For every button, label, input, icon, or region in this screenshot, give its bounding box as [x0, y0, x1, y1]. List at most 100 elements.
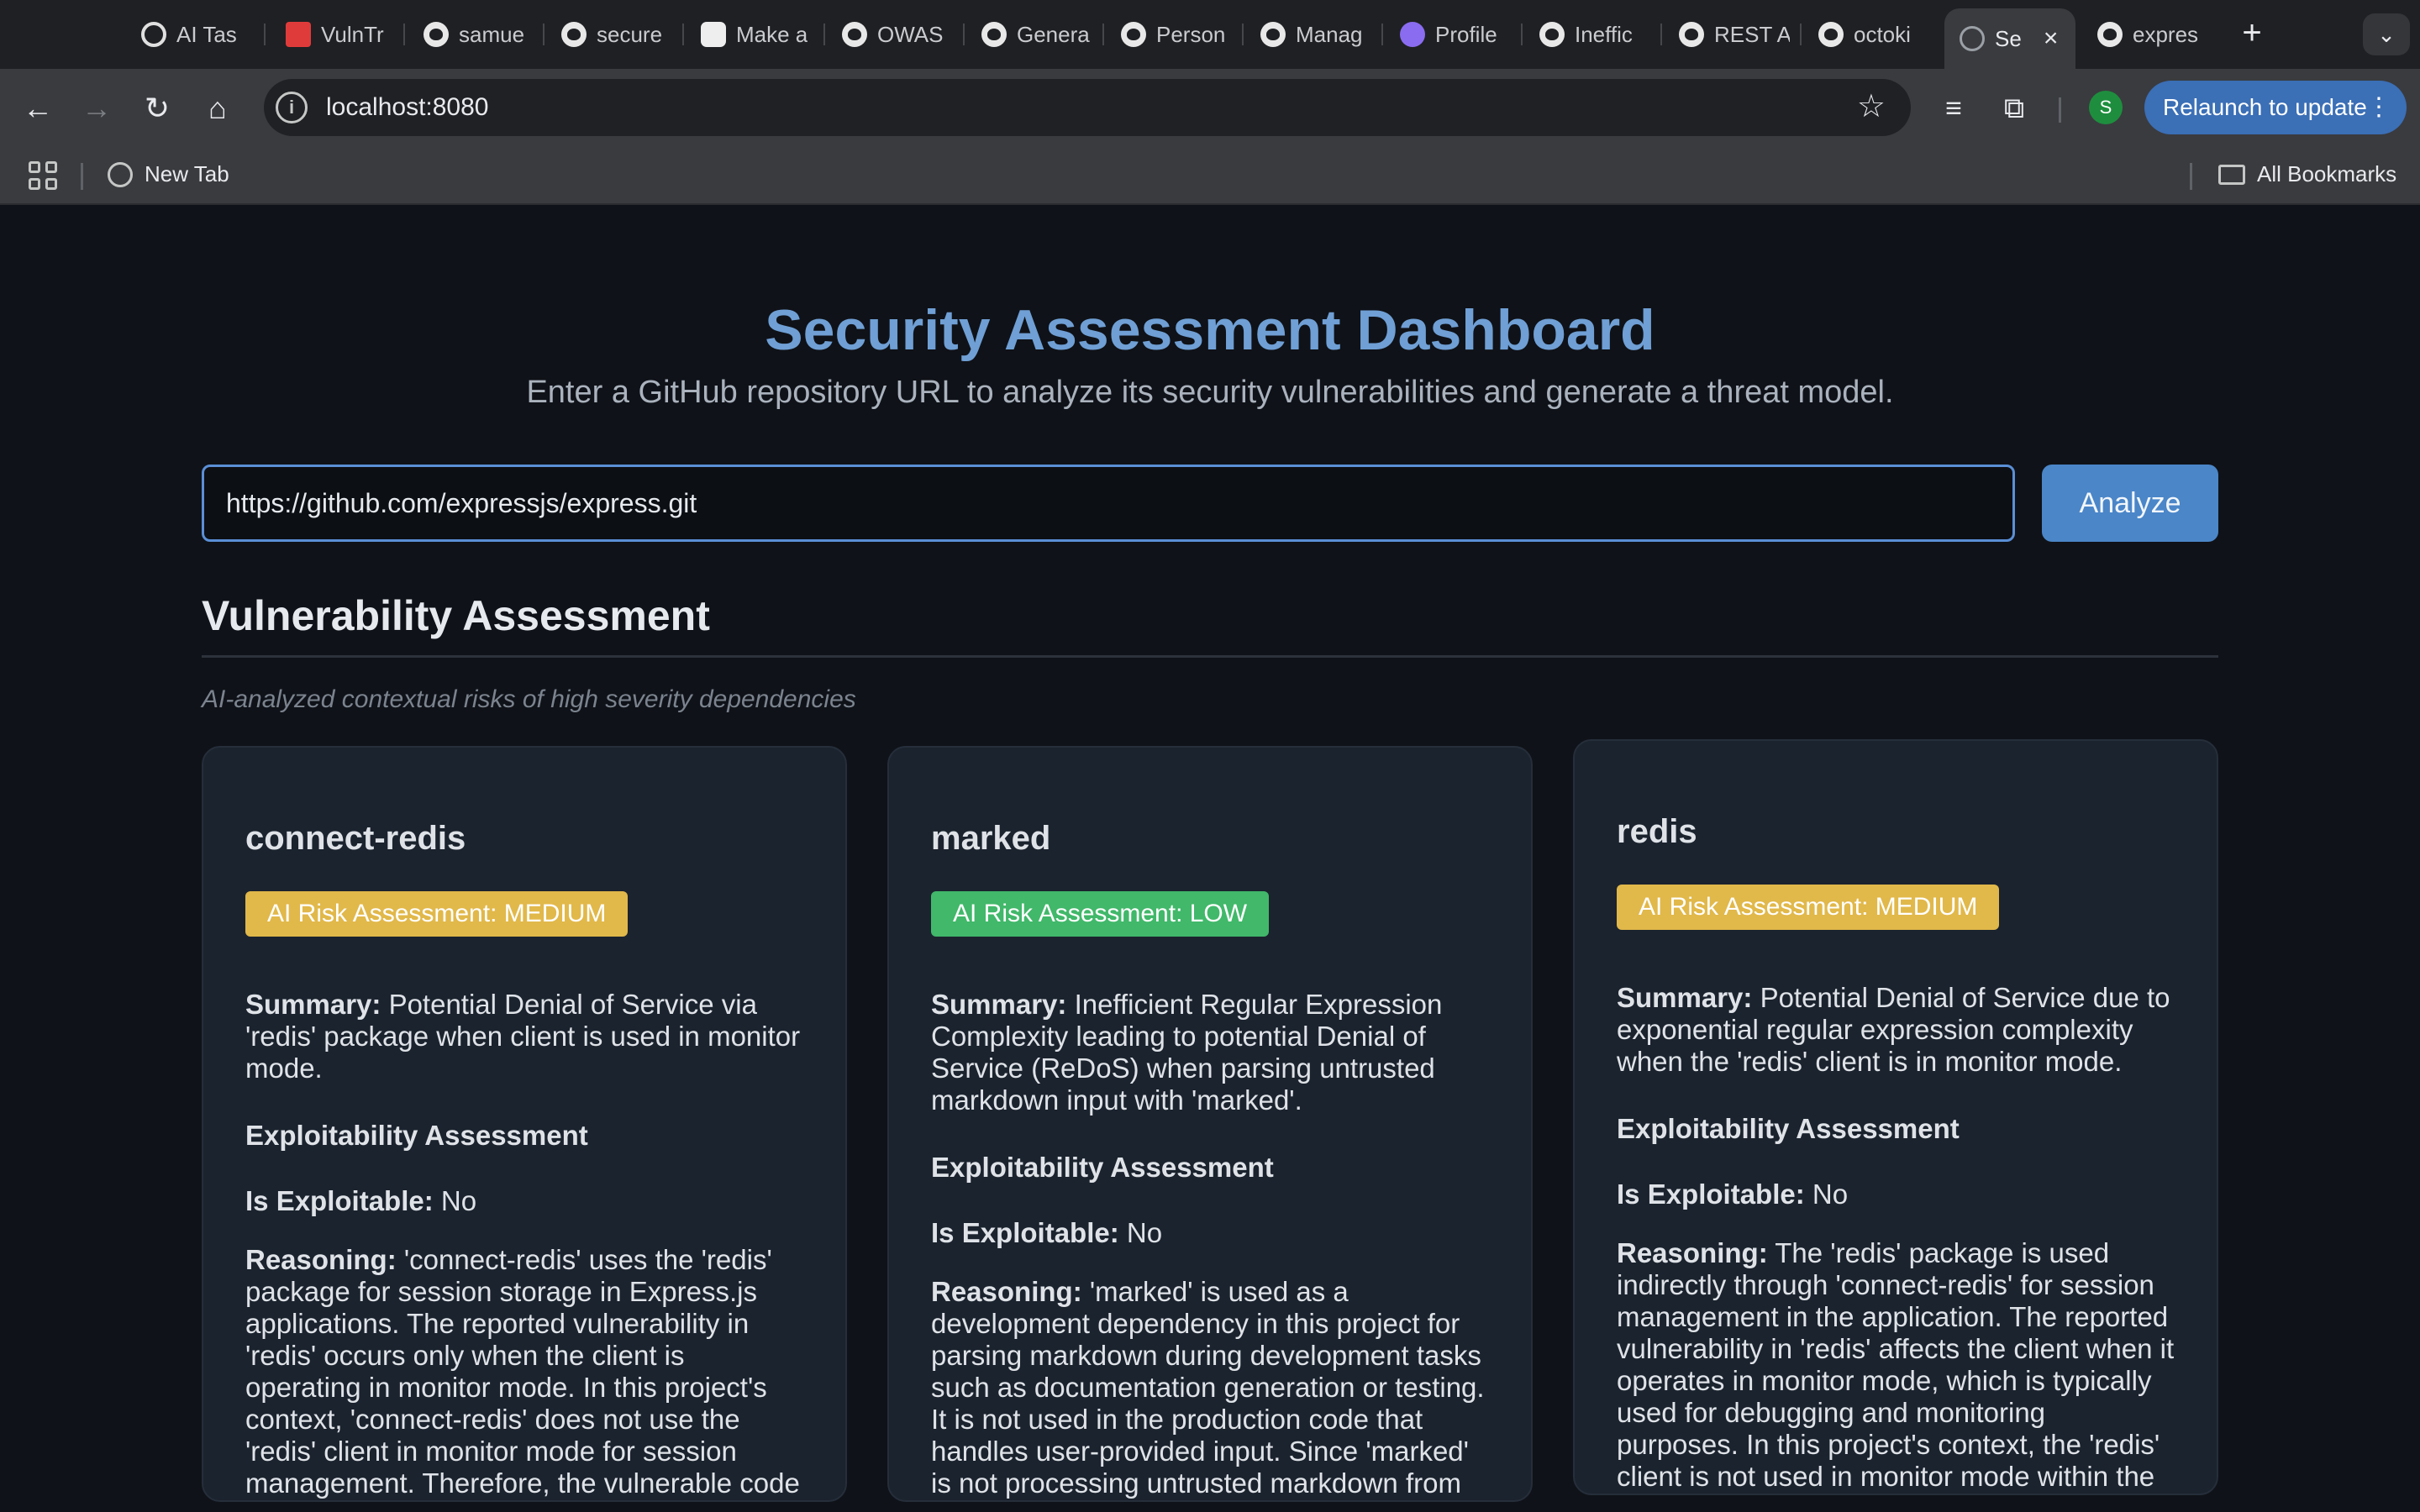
tab-separator [1660, 24, 1662, 45]
reload-icon[interactable]: ↻ [134, 86, 180, 131]
card-reasoning: Reasoning: 'marked' is used as a develop… [931, 1276, 1489, 1500]
profile-avatar[interactable]: S [2089, 91, 2123, 124]
github-icon [1260, 22, 1286, 47]
tab-separator [1800, 24, 1802, 45]
bookmark-separator [2190, 163, 2192, 190]
tab-separator [963, 24, 965, 45]
browser-toolbar: ← → ↻ ⌂ i localhost:8080 ☆ ≡ ⧉ [0, 69, 2420, 146]
card-reasoning: Reasoning: The 'redis' package is used i… [1617, 1237, 2175, 1494]
vulnerability-card: redis AI Risk Assessment: MEDIUM Summary… [1573, 739, 2218, 1495]
reasoning-text: 'connect-redis' uses the 'redis' package… [245, 1244, 800, 1500]
risk-badge: AI Risk Assessment: LOW [931, 891, 1270, 937]
summary-label: Summary: [931, 989, 1067, 1020]
card-summary: Summary: Inefficient Regular Expression … [931, 989, 1489, 1116]
tab-separator [682, 24, 684, 45]
card-summary: Summary: Potential Denial of Service via… [245, 989, 803, 1084]
apps-grid-icon[interactable] [29, 161, 57, 190]
address-bar[interactable]: i localhost:8080 ☆ [264, 79, 1911, 136]
reasoning-text: The 'redis' package is used indirectly t… [1617, 1237, 2175, 1494]
exploitability-heading: Exploitability Assessment [1617, 1113, 1960, 1144]
card-summary: Summary: Potential Denial of Service due… [1617, 982, 2175, 1078]
is-exploitable: Is Exploitable: No [931, 1217, 1489, 1249]
relaunch-to-update-button[interactable]: Relaunch to update ⋮ [2144, 81, 2407, 134]
home-icon[interactable]: ⌂ [195, 86, 240, 131]
reasoning-label: Reasoning: [931, 1276, 1082, 1307]
is-exploitable: Is Exploitable: No [245, 1185, 803, 1217]
is-exploitable-label: Is Exploitable: [931, 1217, 1119, 1248]
close-tab-icon[interactable]: × [2044, 24, 2059, 53]
github-icon [842, 22, 867, 47]
card-package-name: marked [931, 820, 1051, 857]
tab-person[interactable]: Person [1106, 12, 1232, 57]
page-content: Security Assessment Dashboard Enter a Gi… [0, 205, 2420, 1512]
repo-url-input[interactable] [202, 465, 2015, 542]
tab-separator [1242, 24, 1244, 45]
back-arrow-icon[interactable]: ← [15, 86, 60, 131]
openai-icon [141, 22, 166, 47]
is-exploitable-value: No [440, 1185, 477, 1216]
is-exploitable-label: Is Exploitable: [245, 1185, 434, 1216]
tab-security-dashboard-active[interactable]: Se × [1944, 8, 2075, 69]
tab-separator [1521, 24, 1523, 45]
tab-secure[interactable]: secure [546, 12, 672, 57]
all-bookmarks-label: All Bookmarks [2257, 161, 2397, 186]
forward-arrow-icon[interactable]: → [74, 86, 119, 131]
tab-samuel[interactable]: samue [408, 12, 534, 57]
github-icon [1679, 22, 1704, 47]
tab-manag[interactable]: Manag [1245, 12, 1371, 57]
globe-icon [108, 161, 133, 187]
vulnerability-card: connect-redis AI Risk Assessment: MEDIUM… [202, 746, 847, 1502]
new-tab-plus-icon[interactable]: + [2232, 13, 2272, 54]
is-exploitable-label: Is Exploitable: [1617, 1179, 1805, 1210]
relaunch-label: Relaunch to update [2163, 94, 2367, 120]
reading-list-icon[interactable]: ≡ [1934, 89, 1973, 128]
section-divider [202, 655, 2218, 658]
github-icon [561, 22, 587, 47]
globe-icon [1960, 26, 1985, 51]
risk-badge: AI Risk Assessment: MEDIUM [1617, 885, 2000, 930]
all-bookmarks[interactable]: All Bookmarks [2218, 161, 2396, 187]
is-exploitable-value: No [1812, 1179, 1849, 1210]
page-subtitle: Enter a GitHub repository URL to analyze… [526, 375, 1894, 410]
tab-separator [264, 24, 266, 45]
tab-separator [1381, 24, 1383, 45]
bookmark-star-icon[interactable]: ☆ [1857, 87, 1886, 125]
tab-octokit[interactable]: octoki [1803, 12, 1929, 57]
more-vert-icon[interactable]: ⋮ [2366, 81, 2391, 134]
github-icon [2097, 22, 2123, 47]
tab-strip: AI Tas VulnTr samue secure Make a OWAS G… [0, 0, 2420, 69]
github-icon [424, 22, 449, 47]
tab-owasp[interactable]: OWAS [827, 12, 953, 57]
tab-ai-tasks[interactable]: AI Tas [126, 12, 252, 57]
is-exploitable: Is Exploitable: No [1617, 1179, 2175, 1210]
github-icon [1121, 22, 1146, 47]
tab-search-chevron-icon[interactable]: ⌄ [2363, 13, 2410, 55]
tab-genera[interactable]: Genera [966, 12, 1092, 57]
tab-make-a[interactable]: Make a [686, 12, 812, 57]
bookmark-new-tab[interactable]: New Tab [108, 161, 229, 187]
reasoning-label: Reasoning: [1617, 1237, 1768, 1268]
tab-separator [823, 24, 825, 45]
tab-ineffic[interactable]: Ineffic [1524, 12, 1650, 57]
bookmarks-bar: New Tab All Bookmarks [0, 146, 2420, 205]
tab-express[interactable]: expres [2082, 12, 2217, 57]
folder-icon [2218, 164, 2245, 185]
reasoning-text: 'marked' is used as a development depend… [931, 1276, 1485, 1500]
tab-rest-api[interactable]: REST A [1664, 12, 1790, 57]
toolbar-separator [2059, 97, 2061, 123]
card-package-name: redis [1617, 813, 1697, 850]
extensions-puzzle-icon[interactable]: ⧉ [1995, 89, 2033, 128]
address-url[interactable]: localhost:8080 [326, 93, 488, 122]
tab-vulntrack[interactable]: VulnTr [271, 12, 397, 57]
analyze-button[interactable]: Analyze [2042, 465, 2218, 542]
vulnerability-card: marked AI Risk Assessment: LOW Summary: … [887, 746, 1533, 1502]
github-icon [981, 22, 1007, 47]
site-info-icon[interactable]: i [276, 92, 308, 123]
card-package-name: connect-redis [245, 820, 466, 857]
tab-profile[interactable]: Profile [1385, 12, 1511, 57]
card-reasoning: Reasoning: 'connect-redis' uses the 'red… [245, 1244, 803, 1500]
tab-separator [403, 24, 405, 45]
bookmark-separator [81, 163, 83, 190]
reasoning-label: Reasoning: [245, 1244, 397, 1275]
section-subtitle: AI-analyzed contextual risks of high sev… [202, 685, 856, 713]
